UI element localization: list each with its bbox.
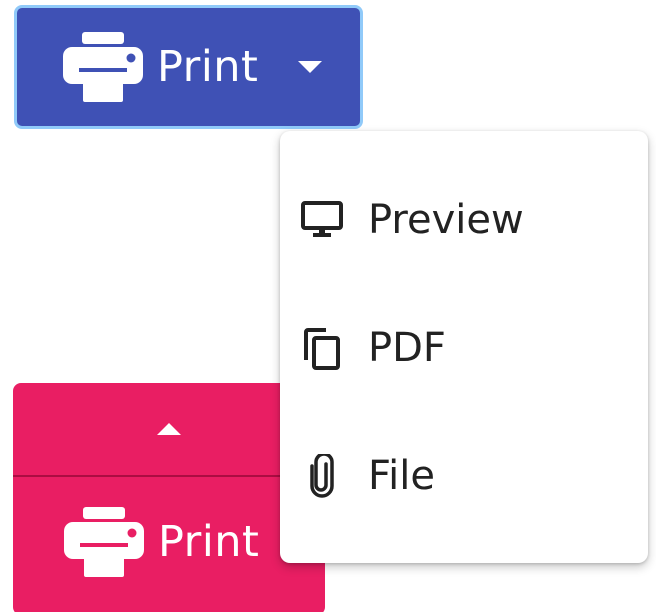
bottom-print-split-button: Print — [13, 383, 325, 612]
menu-item-label: PDF — [368, 325, 446, 371]
top-print-split-button: Print — [14, 5, 363, 129]
menu-item-label: Preview — [368, 197, 524, 243]
bottom-dropup-toggle[interactable] — [13, 383, 325, 477]
caret-down-icon — [298, 61, 322, 73]
stage: Print Print Preview PDF File — [0, 0, 656, 612]
menu-item-pdf[interactable]: PDF — [280, 293, 648, 403]
menu-item-label: File — [368, 453, 435, 499]
monitor-icon — [301, 201, 343, 237]
menu-item-preview[interactable]: Preview — [280, 165, 648, 275]
top-print-label: Print — [157, 41, 259, 92]
top-dropdown-toggle[interactable] — [260, 8, 360, 126]
caret-up-icon — [157, 423, 181, 435]
bottom-print-button[interactable]: Print — [13, 477, 325, 612]
bottom-print-label: Print — [158, 516, 260, 567]
top-print-button[interactable]: Print — [17, 8, 260, 126]
menu-item-file[interactable]: File — [280, 421, 648, 531]
copy-icon — [304, 328, 340, 370]
print-options-menu: Preview PDF File — [280, 131, 648, 563]
printer-icon — [63, 32, 143, 102]
paperclip-icon — [310, 454, 334, 498]
printer-icon — [64, 507, 144, 577]
